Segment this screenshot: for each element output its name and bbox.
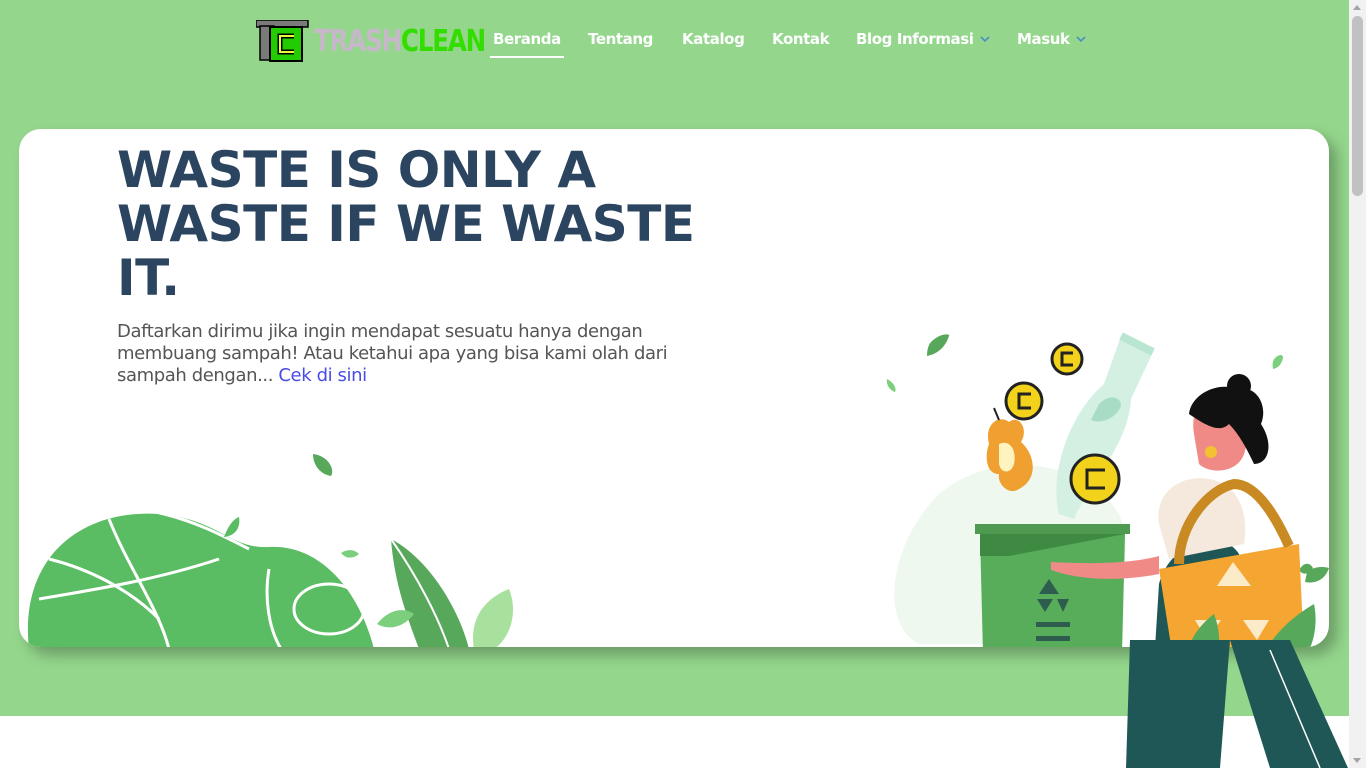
nav-item-label: Kontak: [772, 30, 830, 48]
nav-item-label: Blog Informasi: [856, 30, 974, 48]
hero-card: WASTE IS ONLY A WASTE IF WE WASTE IT. Da…: [19, 129, 1329, 647]
woman-recycling-illustration: [886, 332, 1329, 647]
brand-name: TRASHCLEAN: [314, 23, 486, 59]
scrollbar-thumb[interactable]: [1352, 16, 1363, 196]
hero-headline-line: IT.: [117, 249, 180, 307]
scroll-down-arrow-icon[interactable]: [1353, 758, 1361, 763]
page-scrollbar[interactable]: [1349, 0, 1366, 768]
hero-headline: WASTE IS ONLY A WASTE IF WE WASTE IT.: [117, 143, 717, 305]
nav-item-label: Masuk: [1017, 30, 1070, 48]
navbar: TRASHCLEAN Beranda Tentang Katalog Konta…: [0, 0, 1349, 80]
nav-item-tentang[interactable]: Tentang: [588, 30, 653, 48]
brand-logo[interactable]: TRASHCLEAN: [256, 20, 522, 62]
nav-item-katalog[interactable]: Katalog: [682, 30, 745, 48]
nav-item-beranda[interactable]: Beranda: [490, 30, 564, 58]
coin-icon: [1050, 342, 1084, 376]
brand-name-part1: TRASH: [314, 23, 402, 59]
nav-item-label: Beranda: [493, 30, 561, 48]
nav-item-kontak[interactable]: Kontak: [772, 30, 830, 48]
plant-leaves-illustration: [27, 506, 513, 647]
nav-item-label: Tentang: [588, 30, 654, 48]
leaf-icon: [313, 454, 333, 476]
hero-headline-line: WASTE IS ONLY A: [117, 141, 596, 199]
brand-name-part2: CLEAN: [400, 23, 486, 59]
nav-item-masuk[interactable]: Masuk: [1017, 30, 1086, 48]
chevron-down-icon: [979, 36, 990, 43]
logo-mark-icon: [256, 20, 309, 62]
woman-legs-illustration: [1126, 640, 1348, 768]
hero-description-text: Daftarkan dirimu jika ingin mendapat ses…: [117, 321, 668, 386]
chevron-down-icon: [1076, 36, 1086, 43]
cek-di-sini-link[interactable]: Cek di sini: [278, 365, 367, 386]
nav-item-label: Katalog: [682, 30, 745, 48]
hero-headline-line: WASTE IF WE WASTE: [117, 195, 695, 253]
coin-icon: [1004, 381, 1044, 421]
coin-icon: [1069, 453, 1121, 505]
scroll-up-arrow-icon[interactable]: [1353, 5, 1361, 10]
hero-description: Daftarkan dirimu jika ingin mendapat ses…: [117, 321, 697, 387]
nav-item-blog-informasi[interactable]: Blog Informasi: [856, 30, 990, 48]
